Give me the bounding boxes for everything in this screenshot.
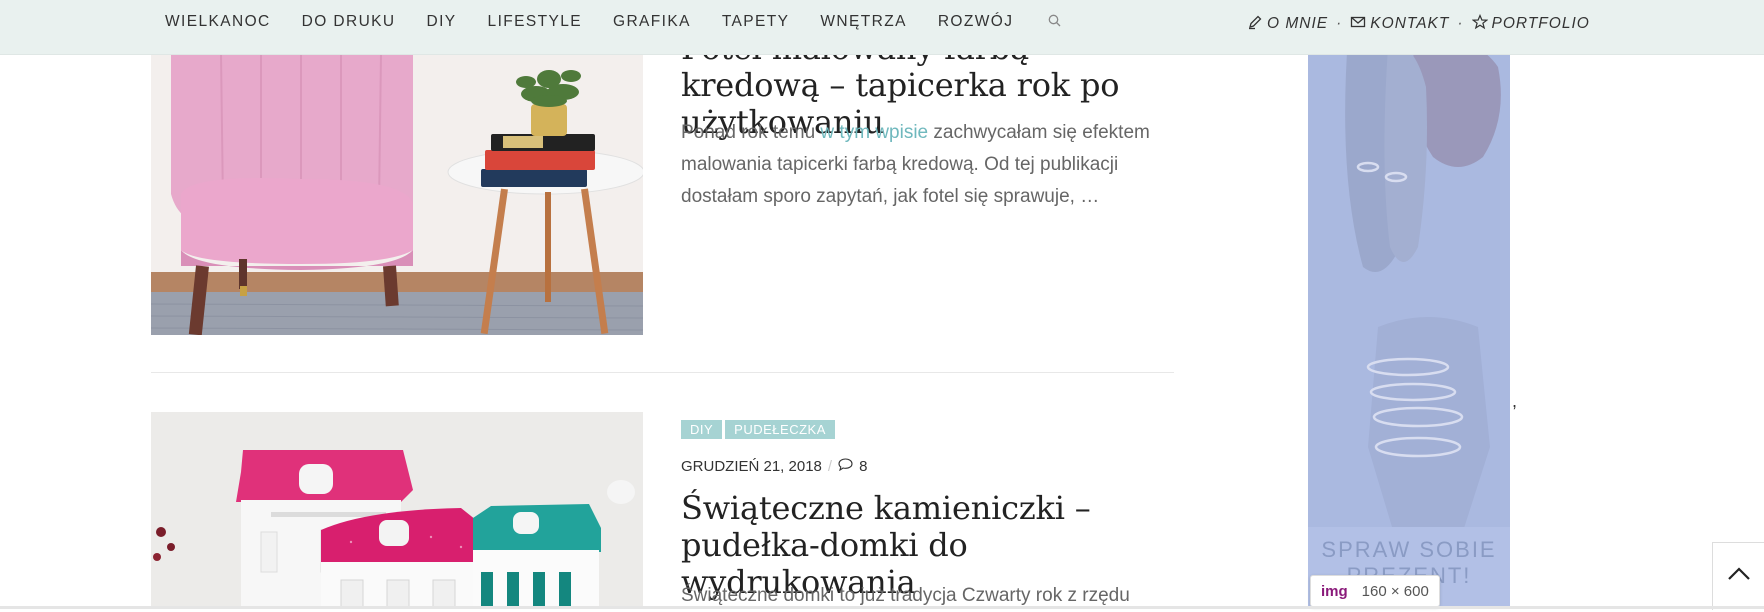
excerpt-text: Ponad rok temu	[681, 122, 821, 143]
nav-item-lifestyle[interactable]: LIFESTYLE	[488, 13, 582, 31]
post-excerpt: Ponad rok temu w tym wpisie zachwycałam …	[681, 117, 1151, 213]
tooltip-tag: img	[1321, 582, 1348, 600]
post-tags: DIY PUDEŁECZKA	[681, 420, 835, 439]
post-thumbnail-chair[interactable]	[151, 54, 643, 335]
sidebar-ad-banner[interactable]: SPRAW SOBIE PREZENT!	[1308, 27, 1510, 609]
scroll-to-top-button[interactable]	[1712, 542, 1764, 610]
tooltip-dimensions: 160 × 600	[1361, 582, 1429, 600]
comment-icon	[838, 458, 853, 475]
chevron-up-icon	[1727, 567, 1751, 586]
search-icon[interactable]	[1048, 14, 1061, 30]
excerpt-text: Świąteczne domki to już tradycja Czwarty…	[681, 585, 1130, 606]
post-divider	[151, 372, 1174, 373]
tag-pudeleczka[interactable]: PUDEŁECZKA	[725, 420, 835, 439]
main-menu: WIELKANOC DO DRUKU DIY LIFESTYLE GRAFIKA…	[165, 0, 1061, 44]
nav-separator: ·	[1336, 15, 1343, 32]
stray-comma: ,	[1512, 391, 1518, 411]
nav-item-rozwoj[interactable]: ROZWÓJ	[938, 13, 1014, 31]
post-thumbnail-houses[interactable]	[151, 412, 643, 609]
devtools-image-tooltip: img 160 × 600	[1310, 575, 1440, 607]
star-icon	[1471, 13, 1488, 35]
nav-item-wielkanoc[interactable]: WIELKANOC	[165, 13, 271, 31]
portfolio-link-label: PORTFOLIO	[1491, 15, 1590, 32]
portfolio-link[interactable]: PORTFOLIO	[1471, 13, 1590, 35]
about-link-label: O MNIE	[1267, 15, 1329, 32]
top-navigation-bar: WIELKANOC DO DRUKU DIY LIFESTYLE GRAFIKA…	[0, 0, 1764, 55]
post-meta: GRUDZIEŃ 21, 2018 / 8	[681, 458, 867, 475]
meta-separator: /	[827, 458, 833, 475]
about-link[interactable]: O MNIE	[1247, 14, 1328, 35]
secondary-menu: O MNIE · KONTAKT · PORTFOLIO	[1247, 0, 1590, 48]
nav-item-do-druku[interactable]: DO DRUKU	[302, 13, 396, 31]
contact-link[interactable]: KONTAKT	[1350, 14, 1449, 35]
post-date: GRUDZIEŃ 21, 2018	[681, 458, 822, 475]
pencil-icon	[1247, 14, 1263, 35]
excerpt-inline-link[interactable]: w tym wpisie	[820, 122, 928, 143]
nav-item-tapety[interactable]: TAPETY	[722, 13, 790, 31]
nav-separator: ·	[1457, 15, 1464, 32]
nav-item-diy[interactable]: DIY	[427, 13, 457, 31]
tag-diy[interactable]: DIY	[681, 420, 723, 439]
nav-item-wnetrza[interactable]: WNĘTRZA	[820, 13, 906, 31]
nav-item-grafika[interactable]: GRAFIKA	[613, 13, 691, 31]
comment-count[interactable]: 8	[859, 458, 867, 475]
envelope-icon	[1350, 14, 1366, 35]
contact-link-label: KONTAKT	[1370, 15, 1450, 32]
